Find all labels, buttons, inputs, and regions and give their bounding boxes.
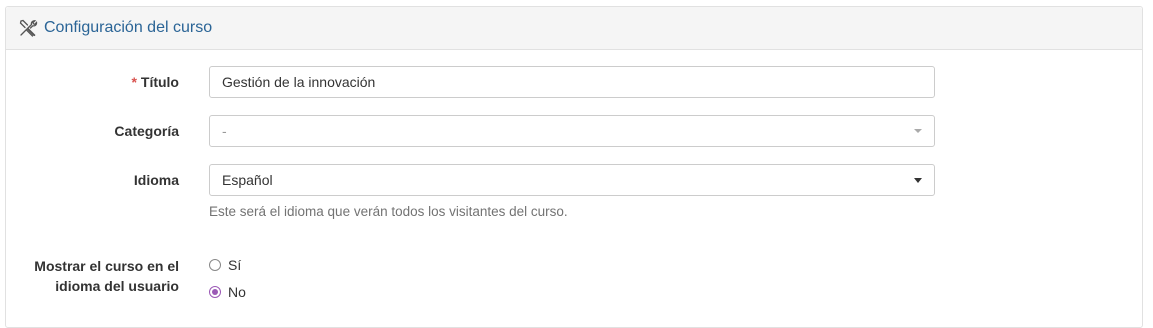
title-label: * Título	[6, 74, 179, 90]
panel-title: Configuración del curso	[44, 19, 213, 36]
category-select-value: -	[222, 123, 227, 139]
radio-no-circle[interactable]	[209, 286, 221, 298]
language-select[interactable]: Español	[209, 164, 935, 196]
radio-no-label: No	[228, 284, 246, 300]
show-in-user-language-label-line1: Mostrar el curso en el	[34, 258, 179, 274]
radio-option-no[interactable]: No	[209, 284, 246, 300]
radio-si-label: Sí	[228, 257, 242, 273]
language-select-value: Español	[222, 172, 273, 188]
category-label: Categoría	[114, 123, 179, 139]
language-help-text: Este será el idioma que verán todos los …	[209, 204, 568, 219]
caret-down-icon	[914, 178, 922, 183]
title-label-text: Título	[140, 74, 179, 90]
show-in-user-language-label: Mostrar el curso en el idioma del usuari…	[6, 256, 179, 296]
course-settings-panel: Configuración del curso * Título Gestión…	[5, 6, 1143, 328]
radio-si-circle[interactable]	[209, 259, 221, 271]
required-mark: *	[131, 74, 137, 90]
tools-icon	[18, 18, 38, 38]
panel-header[interactable]: Configuración del curso	[6, 7, 1142, 50]
title-input[interactable]: Gestión de la innovación	[209, 66, 935, 98]
language-label: Idioma	[133, 172, 179, 188]
category-select[interactable]: -	[209, 115, 935, 147]
radio-option-si[interactable]: Sí	[209, 257, 241, 273]
chevron-down-icon	[914, 129, 922, 133]
show-in-user-language-label-line2: idioma del usuario	[55, 278, 179, 294]
